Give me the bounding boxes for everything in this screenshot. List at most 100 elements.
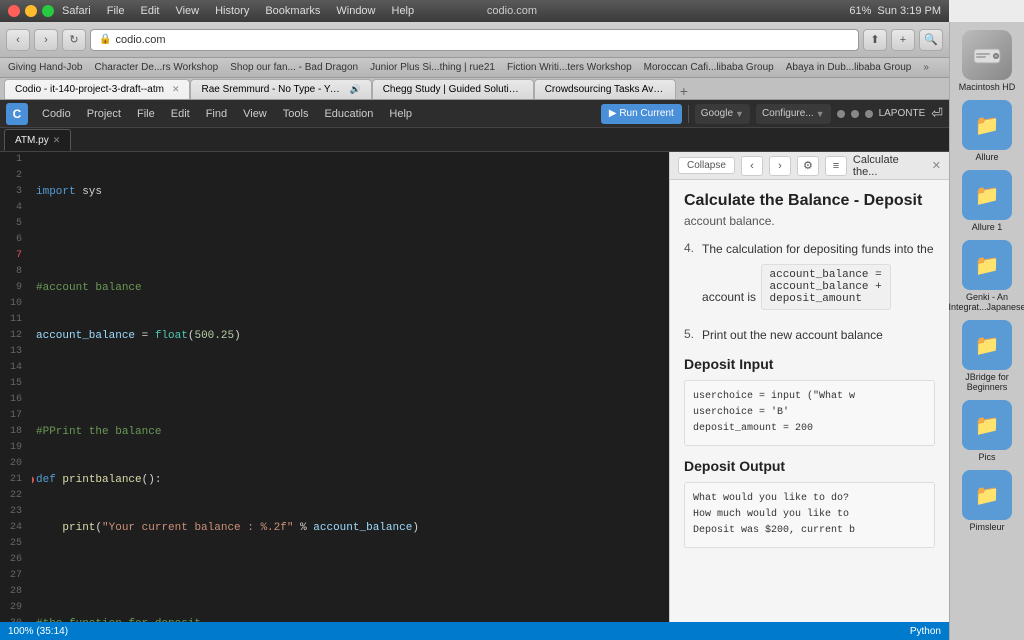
reload-button[interactable]: ↻ — [62, 29, 86, 51]
codio-menu-file[interactable]: File — [129, 100, 163, 128]
tab-chegg[interactable]: Chegg Study | Guided Solutions and Study… — [372, 79, 534, 99]
maximize-button[interactable] — [42, 5, 54, 17]
tab-codio-close[interactable]: ✕ — [172, 84, 180, 95]
google-label: Google — [701, 108, 733, 119]
bookmark-7[interactable]: Abaya in Dub...libaba Group — [786, 62, 912, 73]
ln-26: 26 — [0, 552, 26, 568]
pimsleur-icon-img: 📁 — [962, 470, 1012, 520]
pics-label: Pics — [978, 452, 995, 462]
right-panel: Collapse ‹ › ⚙ ≡ Calculate the... ✕ Calc… — [669, 152, 949, 622]
address-bar[interactable]: 🔒 codio.com — [90, 29, 859, 51]
panel-settings-button[interactable]: ⚙ — [797, 156, 819, 176]
main-content-area: 1 2 3 4 5 6 7 8 9 10 11 12 13 14 — [0, 152, 949, 622]
allure-icon-img: 📁 — [962, 100, 1012, 150]
mac-pics-icon[interactable]: 📁 Pics — [957, 400, 1017, 462]
code-line-7: def printbalance(): — [36, 472, 665, 488]
close-button[interactable] — [8, 5, 20, 17]
genki-icon-img: 📁 — [962, 240, 1012, 290]
codio-menu-help[interactable]: Help — [381, 100, 420, 128]
code-line-2 — [36, 232, 665, 248]
share-button[interactable]: ⬆ — [863, 29, 887, 51]
pimsleur-label: Pimsleur — [969, 522, 1004, 532]
codio-menu-education[interactable]: Education — [316, 100, 381, 128]
tab-youtube-close[interactable]: 🔊 — [349, 84, 360, 95]
code-line-4: account_balance = float(500.25) — [36, 328, 665, 344]
file-tab-label: ATM.py — [15, 135, 49, 146]
more-bookmarks[interactable]: » — [923, 62, 929, 73]
codio-menu-project[interactable]: Project — [79, 100, 129, 128]
configure-button[interactable]: Configure... ▼ — [756, 104, 831, 124]
ln-9: 9 — [0, 280, 26, 296]
new-tab-icon[interactable]: + — [680, 83, 688, 99]
file-tab-close[interactable]: ✕ — [53, 135, 61, 146]
menu-help[interactable]: Help — [392, 5, 415, 17]
line-numbers: 1 2 3 4 5 6 7 8 9 10 11 12 13 14 — [0, 152, 32, 622]
mac-allure1-icon[interactable]: 📁 Allure 1 — [957, 170, 1017, 232]
bookmark-2[interactable]: Character De...rs Workshop — [94, 62, 218, 73]
new-tab-button[interactable]: + — [891, 29, 915, 51]
step-4-code: account_balance =account_balance +deposi… — [761, 264, 891, 310]
logout-icon[interactable]: ⏎ — [931, 105, 943, 122]
time-display: Sun 3:19 PM — [877, 5, 941, 17]
bookmark-5[interactable]: Fiction Writi...ters Workshop — [507, 62, 632, 73]
browser-tabs-bar: Codio - it-140-project-3-draft--atm ✕ Ra… — [0, 78, 949, 100]
panel-next-button[interactable]: › — [769, 156, 791, 176]
panel-menu-button[interactable]: ≡ — [825, 156, 847, 176]
search-button[interactable]: 🔍 — [919, 29, 943, 51]
forward-button[interactable]: › — [34, 29, 58, 51]
status-indicator-1 — [837, 110, 845, 118]
allure1-label: Allure 1 — [972, 222, 1003, 232]
minimize-button[interactable] — [25, 5, 37, 17]
tab-crowd[interactable]: Crowdsourcing Tasks Available - lynettea… — [534, 79, 676, 99]
bookmark-4[interactable]: Junior Plus Si...thing | rue21 — [370, 62, 495, 73]
codio-menu-tools[interactable]: Tools — [275, 100, 317, 128]
menu-file[interactable]: File — [107, 5, 125, 17]
bookmark-6[interactable]: Moroccan Cafi...libaba Group — [644, 62, 774, 73]
codio-menu-bar: C Codio Project File Edit Find View Tool… — [0, 100, 949, 128]
mac-hd-icon[interactable]: Macintosh HD — [957, 30, 1017, 92]
menu-window[interactable]: Window — [336, 5, 375, 17]
code-editor[interactable]: 1 2 3 4 5 6 7 8 9 10 11 12 13 14 — [0, 152, 669, 622]
ln-24: 24 — [0, 520, 26, 536]
codio-menu-view[interactable]: View — [235, 100, 275, 128]
tab-youtube[interactable]: Rae Sremmurd - No Type - YouTube 🔊 — [190, 79, 371, 99]
panel-header: Collapse ‹ › ⚙ ≡ Calculate the... ✕ — [670, 152, 949, 180]
run-current-button[interactable]: ▶ Run Current — [601, 104, 682, 124]
codio-menu-edit[interactable]: Edit — [163, 100, 198, 128]
mac-genki-icon[interactable]: 📁 Genki - An Integrat...Japanese — [957, 240, 1017, 312]
jbridge-icon-img: 📁 — [962, 320, 1012, 370]
panel-prev-button[interactable]: ‹ — [741, 156, 763, 176]
bookmark-1[interactable]: Giving Hand-Job — [8, 62, 82, 73]
traffic-lights — [8, 5, 54, 17]
codio-menu-find[interactable]: Find — [198, 100, 235, 128]
ln-3: 3 — [0, 184, 26, 200]
menu-bookmarks[interactable]: Bookmarks — [265, 5, 320, 17]
tab-chegg-label: Chegg Study | Guided Solutions and Study… — [383, 84, 523, 95]
step-5-text: Print out the new account balance — [702, 326, 883, 344]
ln-19: 19 — [0, 440, 26, 456]
title-url: codio.com — [487, 5, 537, 17]
menu-edit[interactable]: Edit — [140, 5, 159, 17]
mac-jbridge-icon[interactable]: 📁 JBridge for Beginners — [957, 320, 1017, 392]
bookmark-3[interactable]: Shop our fan... - Bad Dragon — [230, 62, 358, 73]
mac-allure-icon[interactable]: 📁 Allure — [957, 100, 1017, 162]
menu-view[interactable]: View — [175, 5, 199, 17]
allure-label: Allure — [975, 152, 998, 162]
code-lines[interactable]: import sys #account balance account_bala… — [32, 152, 669, 622]
google-button[interactable]: Google ▼ — [695, 104, 750, 124]
panel-content: Calculate the Balance - Deposit account … — [670, 180, 949, 622]
back-button[interactable]: ‹ — [6, 29, 30, 51]
configure-label: Configure... — [762, 108, 814, 119]
menu-history[interactable]: History — [215, 5, 249, 17]
mac-pimsleur-icon[interactable]: 📁 Pimsleur — [957, 470, 1017, 532]
collapse-button[interactable]: Collapse — [678, 157, 735, 174]
codio-menu-codio[interactable]: Codio — [34, 100, 79, 128]
ln-21: 21 — [0, 472, 26, 488]
username-label: LAPONTE — [879, 108, 926, 119]
lock-icon: 🔒 — [99, 34, 111, 45]
tab-codio[interactable]: Codio - it-140-project-3-draft--atm ✕ — [4, 79, 190, 99]
ln-5: 5 — [0, 216, 26, 232]
panel-section-title: Calculate the Balance - Deposit — [684, 192, 935, 210]
file-tab-atm[interactable]: ATM.py ✕ — [4, 129, 71, 151]
panel-close-button[interactable]: ✕ — [932, 159, 941, 172]
